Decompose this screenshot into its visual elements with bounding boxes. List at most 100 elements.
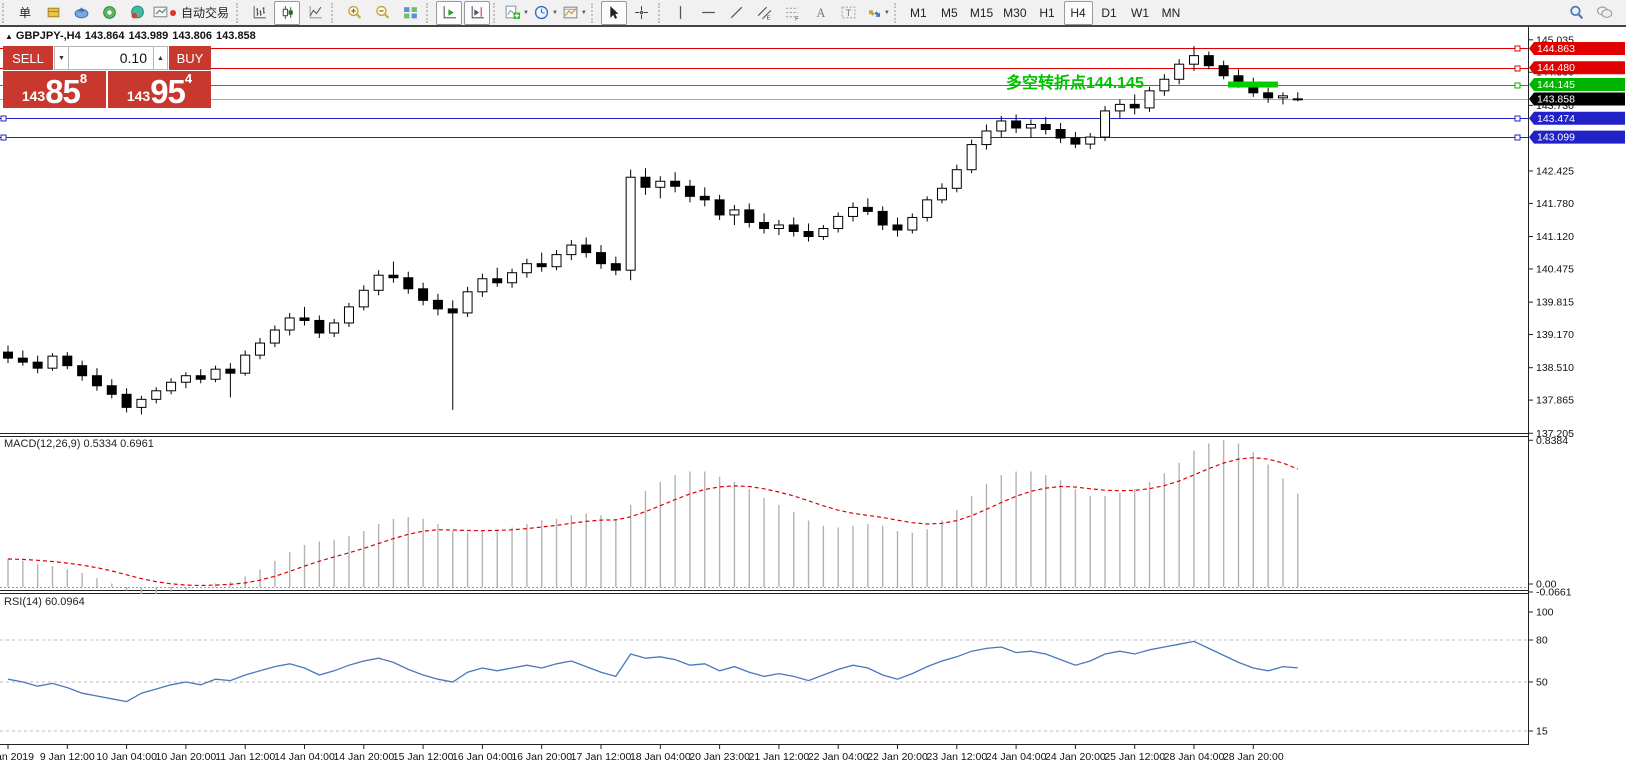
candle: [611, 264, 620, 271]
tf-button-h1[interactable]: H1: [1033, 1, 1062, 25]
crosshair-button[interactable]: [629, 1, 655, 25]
horizontal-line-button[interactable]: [696, 1, 722, 25]
rsi-axis-label: 80: [1536, 635, 1548, 647]
price-tick-label: 142.425: [1536, 165, 1574, 177]
tf-button-m15[interactable]: M15: [966, 1, 997, 25]
arrows-button[interactable]: ▼: [864, 1, 891, 25]
candle: [700, 196, 709, 200]
bid-price-tile[interactable]: 143858: [3, 71, 106, 108]
price-tag-label: 143.858: [1537, 93, 1575, 105]
new-order-button-label: 单: [16, 4, 34, 21]
line-endpoint-marker[interactable]: [1515, 46, 1520, 51]
macd-name: MACD(12,26,9): [4, 438, 80, 450]
candlestick-button[interactable]: [274, 1, 300, 25]
new-order-button[interactable]: 单: [12, 1, 38, 25]
volume-decrease-button[interactable]: ▼: [54, 46, 69, 70]
tf-button-m30[interactable]: M30: [999, 1, 1030, 25]
volume-input[interactable]: [69, 46, 153, 70]
text-label-button[interactable]: T: [836, 1, 862, 25]
pivot-highlight-segment[interactable]: [1228, 82, 1278, 88]
box-icon[interactable]: [40, 1, 66, 25]
rsi-axis-label: 15: [1536, 726, 1548, 738]
ohlc-close: 143.858: [216, 30, 256, 42]
line-endpoint-marker[interactable]: [1515, 116, 1520, 121]
tf-button-h4[interactable]: H4: [1064, 1, 1093, 25]
chart-canvas[interactable]: 145.035144.390143.730142.425141.780141.1…: [0, 0, 1626, 772]
dropdown-arrow-icon[interactable]: ▼: [884, 10, 890, 16]
bid-big-digits: 85: [45, 78, 80, 106]
zoom-in-button[interactable]: [341, 1, 367, 25]
bar-chart-button[interactable]: [246, 1, 272, 25]
line-endpoint-marker[interactable]: [1515, 83, 1520, 88]
dropdown-arrow-icon[interactable]: ▼: [581, 10, 587, 16]
line-endpoint-marker[interactable]: [1515, 135, 1520, 140]
line-endpoint-marker[interactable]: [1515, 66, 1520, 71]
panel-separator[interactable]: [0, 590, 1528, 591]
rsi-axis-label: 100: [1536, 607, 1554, 619]
candle: [893, 225, 902, 230]
fibonacci-button[interactable]: F: [780, 1, 806, 25]
candle: [1204, 56, 1213, 66]
zoom-out-button[interactable]: [369, 1, 395, 25]
candle: [819, 228, 828, 236]
tf-button-m5-label: M5: [938, 6, 961, 20]
candle: [1264, 93, 1273, 98]
auto-scroll-button[interactable]: [436, 1, 462, 25]
vertical-line-icon: [672, 4, 689, 21]
periods-button[interactable]: ▼: [532, 1, 559, 25]
line-endpoint-marker[interactable]: [1, 116, 6, 121]
bar-chart-icon: [251, 4, 268, 21]
tf-button-m15-label: M15: [967, 6, 996, 20]
tf-button-d1[interactable]: D1: [1095, 1, 1124, 25]
text-button[interactable]: A: [808, 1, 834, 25]
macd-values: 0.5334 0.6961: [83, 438, 153, 450]
search-icon[interactable]: [1563, 1, 1589, 25]
chart-shift-button[interactable]: [464, 1, 490, 25]
panel-separator[interactable]: [0, 593, 1528, 594]
signals-icon[interactable]: [96, 1, 122, 25]
ask-price-tile[interactable]: 143954: [108, 71, 211, 108]
tile-windows-button[interactable]: [397, 1, 423, 25]
tf-button-m1[interactable]: M1: [904, 1, 933, 25]
buy-button[interactable]: BUY: [169, 46, 211, 70]
panel-separator[interactable]: [0, 436, 1528, 437]
time-tick-label: 15 Jan 12:00: [393, 751, 454, 763]
chat-icon[interactable]: [1591, 1, 1617, 25]
candle: [315, 320, 324, 333]
panel-separator: [0, 26, 1626, 27]
indicators-button[interactable]: ▼: [503, 1, 530, 25]
price-tag: 143.858: [1529, 92, 1625, 105]
candle: [196, 376, 205, 380]
panel-separator[interactable]: [0, 433, 1528, 434]
channel-button[interactable]: E: [752, 1, 778, 25]
volume-increase-button[interactable]: ▲: [153, 46, 168, 70]
cursor-button[interactable]: [601, 1, 627, 25]
vertical-line-button[interactable]: [668, 1, 694, 25]
candle: [967, 145, 976, 170]
tf-button-m5[interactable]: M5: [935, 1, 964, 25]
tf-button-w1[interactable]: W1: [1126, 1, 1155, 25]
rsi-axis-label: 50: [1536, 677, 1548, 689]
sell-button[interactable]: SELL: [3, 46, 53, 70]
time-tick-label: 21 Jan 12:00: [749, 751, 810, 763]
candle: [211, 369, 220, 379]
templates-button[interactable]: ▼: [561, 1, 588, 25]
candle: [167, 382, 176, 391]
community-icon[interactable]: [124, 1, 150, 25]
candle: [1219, 66, 1228, 76]
collapse-icon[interactable]: ▲: [5, 32, 13, 41]
candle: [522, 264, 531, 273]
dropdown-arrow-icon[interactable]: ▼: [552, 10, 558, 16]
tf-button-h1-label: H1: [1036, 6, 1057, 20]
trendline-icon: [728, 4, 745, 21]
candle: [18, 358, 27, 362]
autotrading-button[interactable]: 自动交易: [152, 1, 233, 25]
trendline-button[interactable]: [724, 1, 750, 25]
candle: [1026, 124, 1035, 128]
line-endpoint-marker[interactable]: [1, 135, 6, 140]
candle: [33, 362, 42, 368]
dropdown-arrow-icon[interactable]: ▼: [523, 10, 529, 16]
line-chart-button[interactable]: [302, 1, 328, 25]
tf-button-mn[interactable]: MN: [1157, 1, 1186, 25]
cloud-icon[interactable]: [68, 1, 94, 25]
